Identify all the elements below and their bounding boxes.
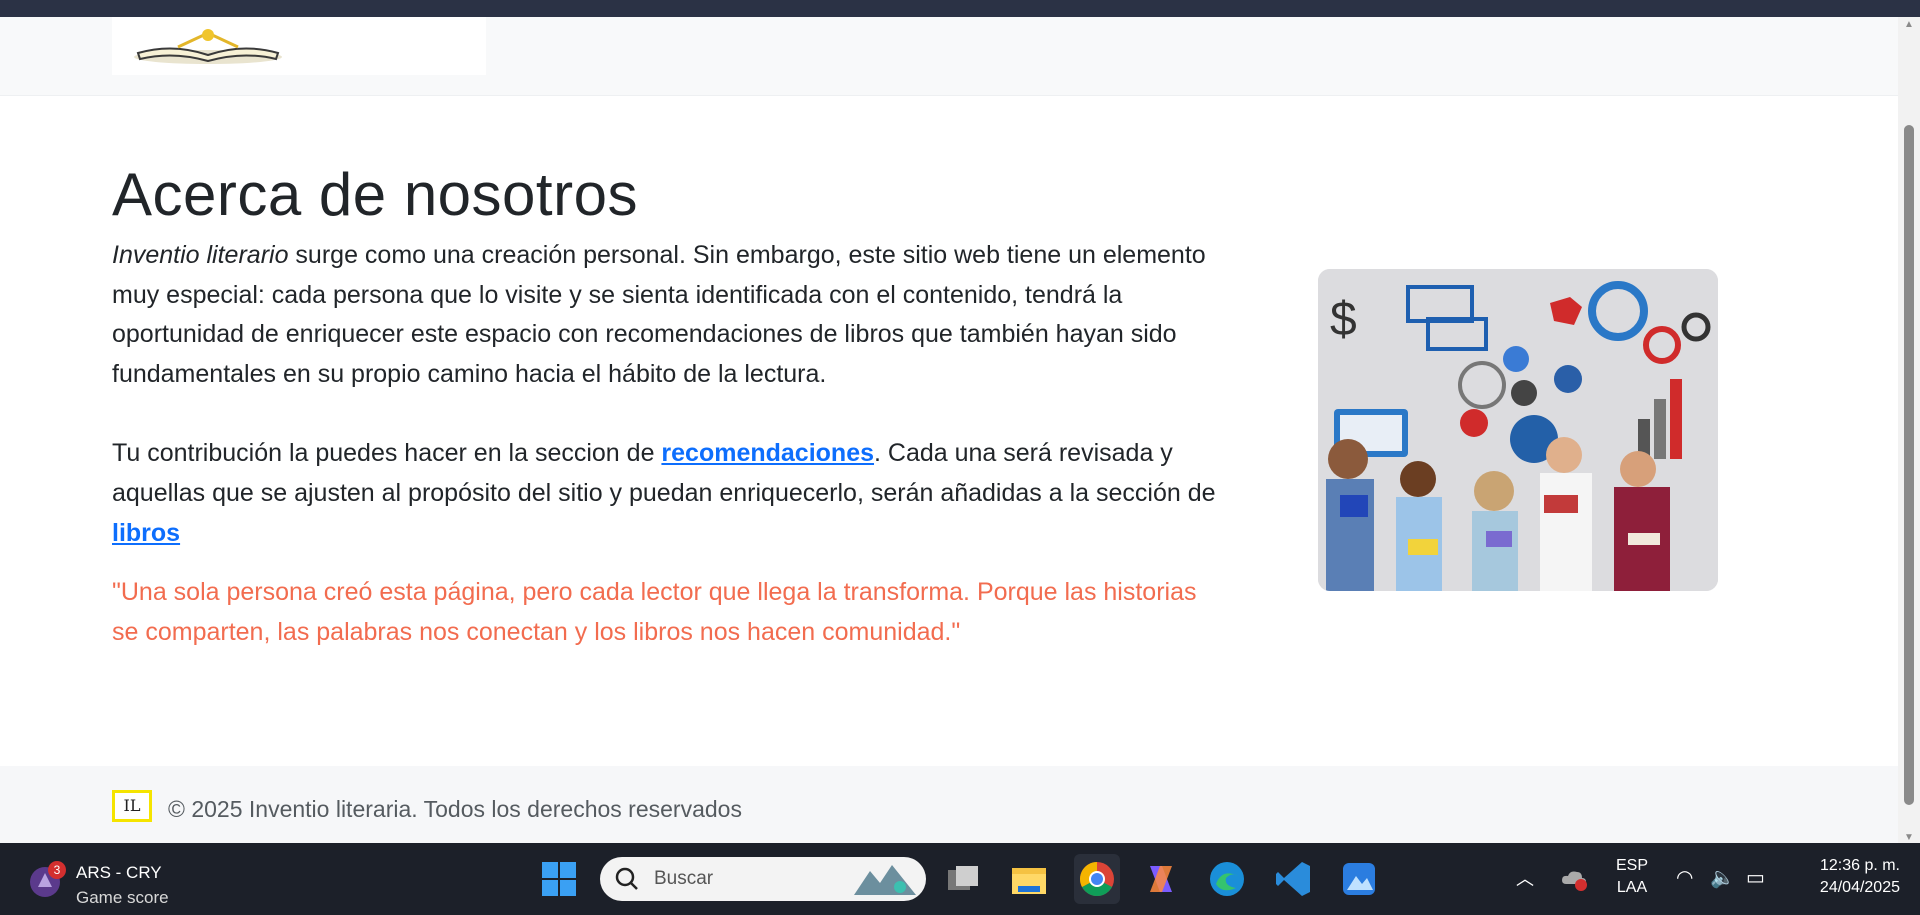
scroll-up-arrow-icon[interactable]: ▲ [1904,19,1914,30]
readers-illustration-icon: $ [1318,269,1718,591]
footer-logo-icon: IL [112,790,152,822]
windows-taskbar: 3 ARS - CRY Game score Buscar ︿ ESP LAA … [0,843,1920,915]
readers-illustration-image: $ [1318,269,1718,591]
keyboard-layout: LAA [1616,879,1648,896]
volume-icon[interactable]: 🔈 [1710,865,1735,890]
footer-copyright: © 2025 Inventio literaria. Todos los der… [168,796,742,822]
show-hidden-icons-icon[interactable]: ︿ [1516,865,1534,891]
about-paragraph-2: Tu contribución la puedes hacer en la se… [112,434,1222,553]
edge-icon[interactable] [1208,860,1246,898]
search-placeholder: Buscar [654,868,714,889]
language-code: ESP [1615,857,1648,874]
copilot-icon[interactable] [1142,860,1180,898]
vscode-icon[interactable] [1274,860,1312,898]
svg-text:$: $ [1330,293,1357,346]
windows-start-icon[interactable] [540,860,578,898]
scroll-down-arrow-icon[interactable]: ▼ [1904,832,1914,843]
game-score-widget[interactable]: 3 ARS - CRY Game score [28,853,188,907]
battery-icon[interactable]: ▭ [1746,865,1765,890]
recomendaciones-link[interactable]: recomendaciones [661,439,874,467]
about-paragraph-2-text-a: Tu contribución la puedes hacer en la se… [112,439,662,468]
game-title: ARS - CRY [76,863,162,882]
taskbar-search[interactable]: Buscar [600,857,926,901]
task-view-icon[interactable] [944,860,982,898]
chrome-icon[interactable] [1074,854,1120,904]
libros-link[interactable]: libros [112,519,180,547]
game-subtitle: Game score [76,888,169,907]
language-indicator[interactable]: ESP LAA [1610,857,1654,897]
vertical-scrollbar[interactable]: ▲ ▼ [1898,17,1920,843]
search-highlight-icon [854,865,916,895]
clock-date: 24/04/2025 [1819,879,1900,896]
clock-time: 12:36 p. m. [1819,857,1900,874]
search-icon [615,867,638,890]
onedrive-error-icon[interactable] [1560,866,1590,892]
file-explorer-icon[interactable] [1010,860,1048,898]
clock[interactable]: 12:36 p. m. 24/04/2025 [1792,857,1900,897]
game-badge: 3 [48,861,66,879]
about-section: Acerca de nosotros Inventio literario su… [112,160,1222,652]
about-paragraph-1: Inventio literario surge como una creaci… [112,236,1222,394]
site-header [0,17,1898,96]
page-title: Acerca de nosotros [112,161,638,228]
photos-icon[interactable] [1340,860,1378,898]
open-book-logo-icon [134,29,282,64]
community-quote: "Una sola persona creó esta página, pero… [112,578,1197,646]
scrollbar-thumb[interactable] [1904,125,1914,805]
site-footer: IL © 2025 Inventio literaria. Todos los … [0,766,1898,844]
wifi-icon[interactable]: ◠ [1676,865,1693,890]
site-logo[interactable] [112,17,486,75]
site-name-italic: Inventio literario [112,241,289,269]
